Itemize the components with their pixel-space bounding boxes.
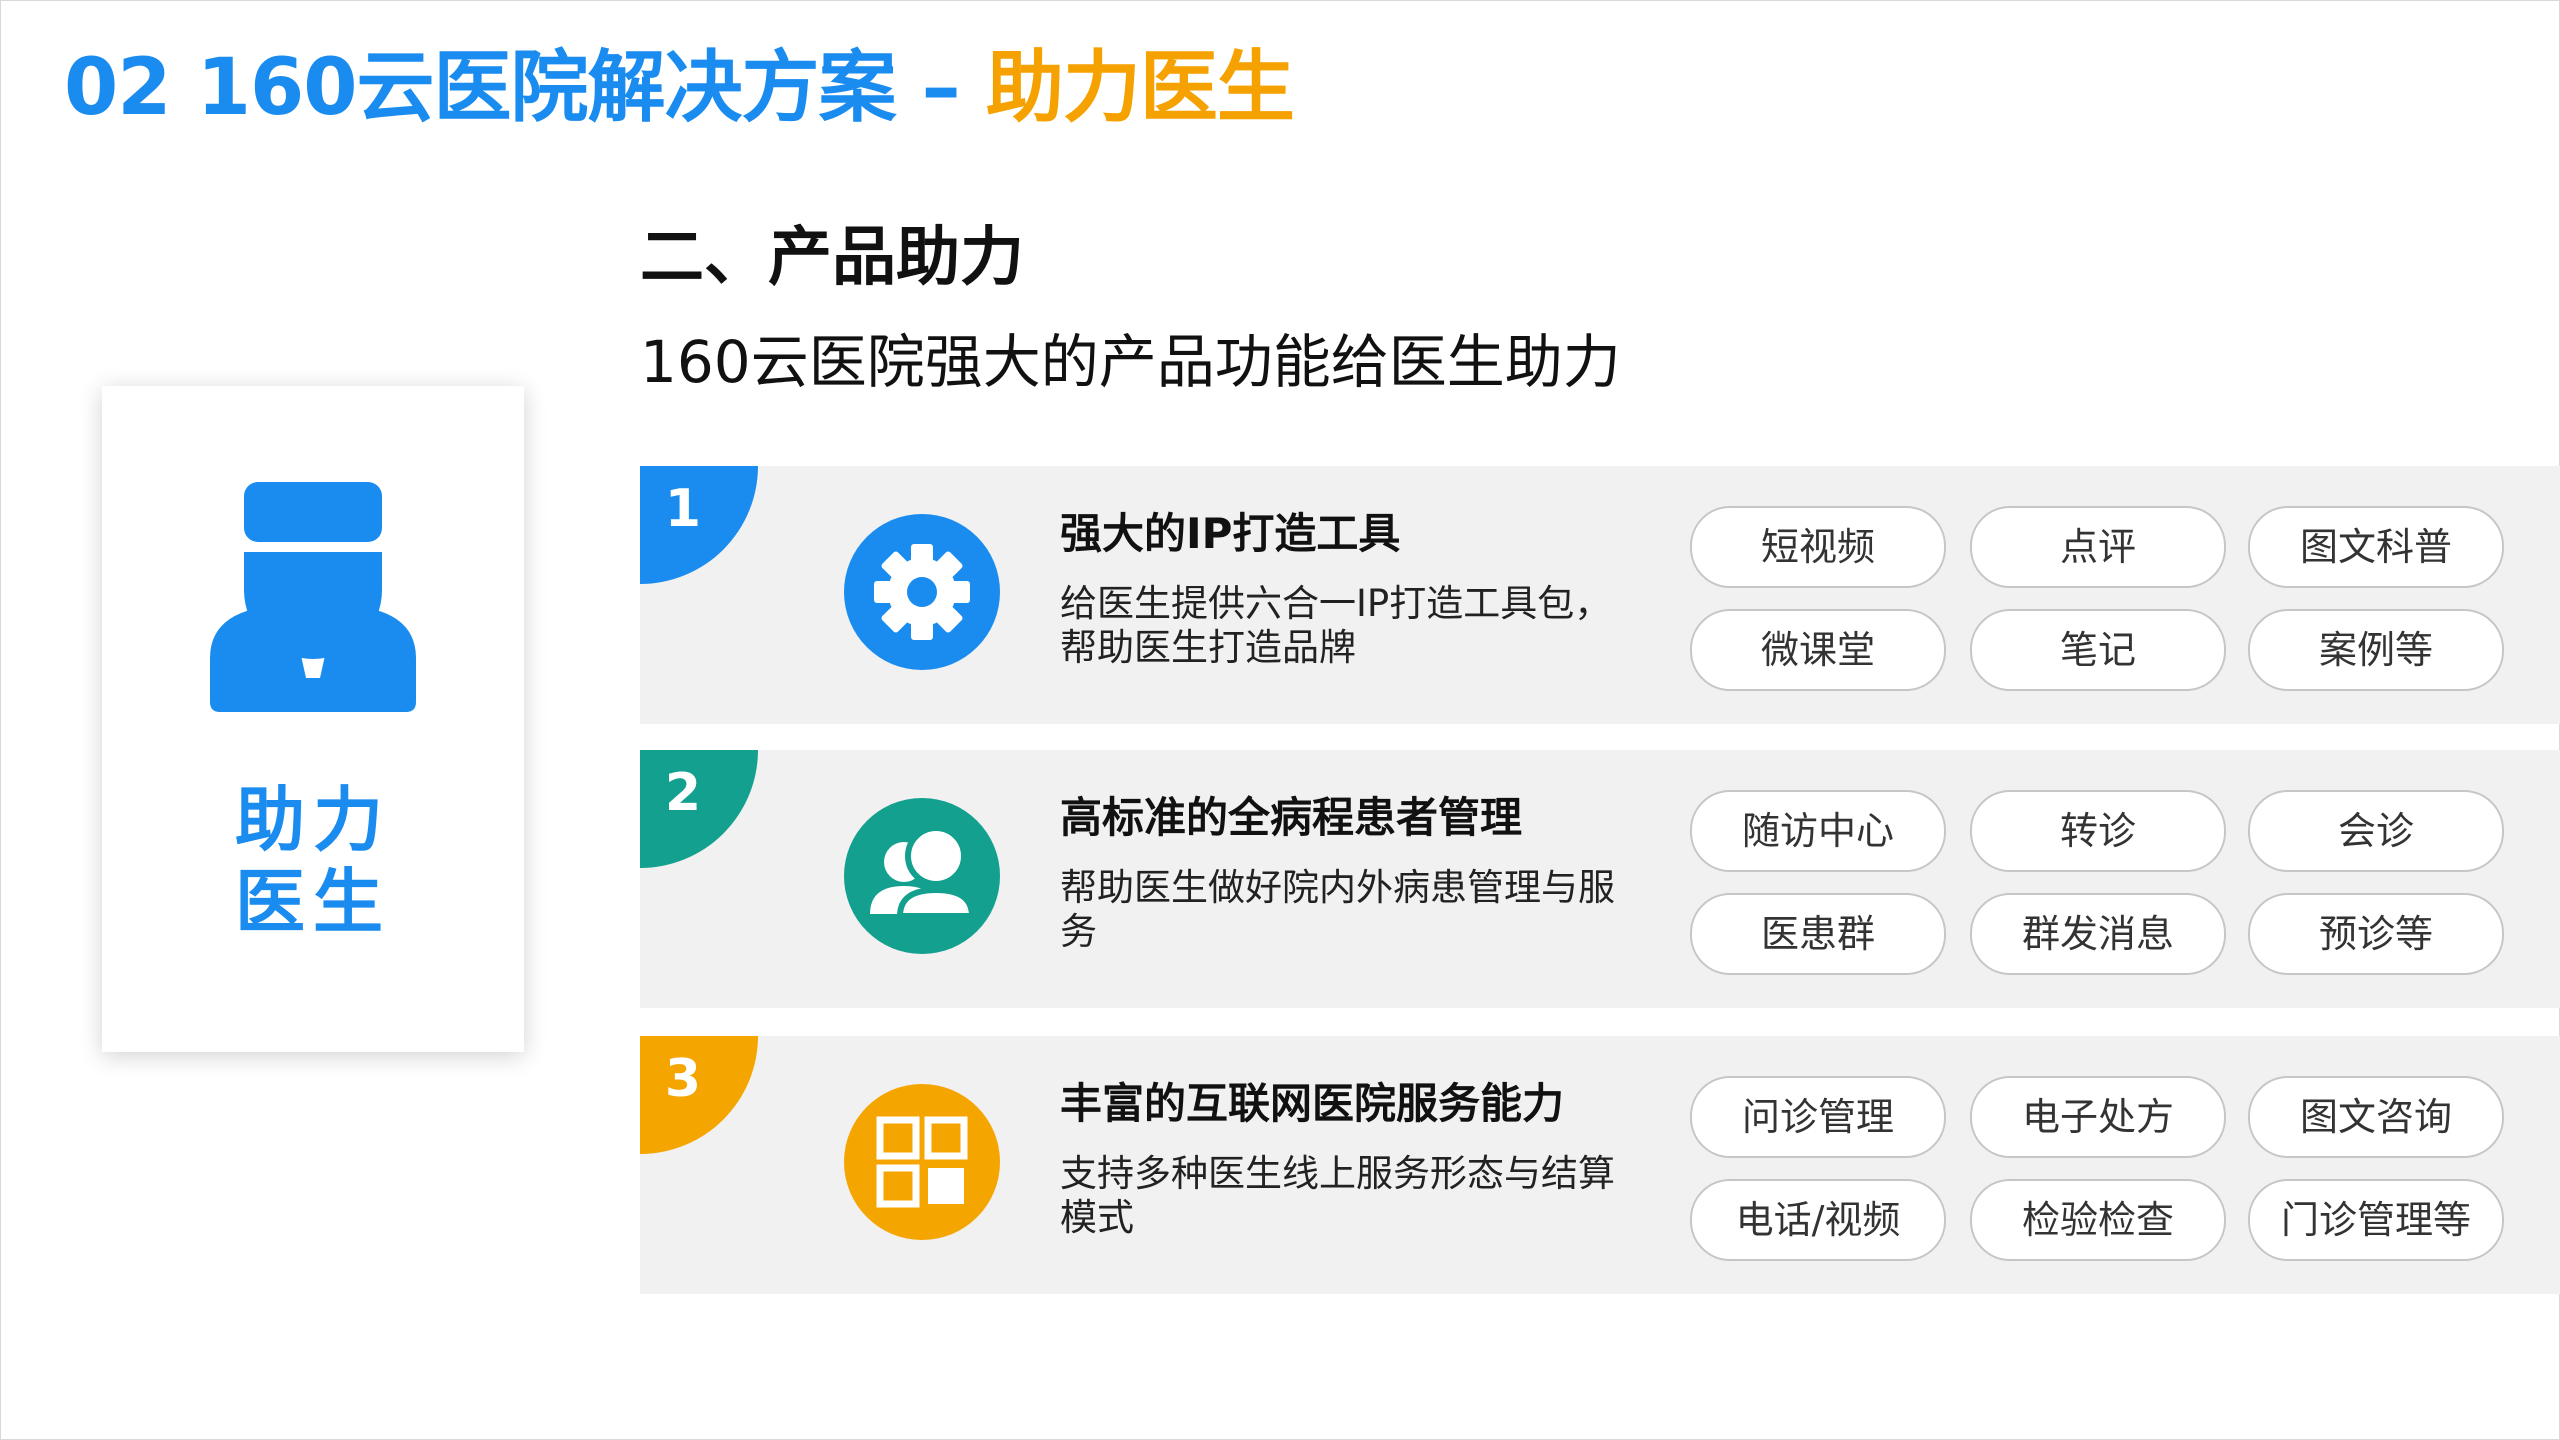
tag-button[interactable]: 电子处方 (1970, 1076, 2226, 1158)
feature-desc: 支持多种医生线上服务形态与结算模式 (1060, 1152, 1615, 1239)
tag-button[interactable]: 短视频 (1690, 506, 1946, 588)
feature-title: 高标准的全病程患者管理 (1060, 793, 1523, 842)
feature-title: 丰富的互联网医院服务能力 (1060, 1079, 1565, 1128)
tag-button[interactable]: 电话/视频 (1690, 1179, 1946, 1261)
tag-button[interactable]: 微课堂 (1690, 609, 1946, 691)
tag-button[interactable]: 案例等 (2248, 609, 2504, 691)
feature-desc: 帮助医生做好院内外病患管理与服务 (1060, 866, 1615, 953)
section-subtitle: 160云医院强大的产品功能给医生助力 (640, 328, 1621, 396)
tag-button[interactable]: 转诊 (1970, 790, 2226, 872)
tag-button[interactable]: 检验检查 (1970, 1179, 2226, 1261)
tag-button[interactable]: 图文咨询 (2248, 1076, 2504, 1158)
side-card: 助力 医生 (102, 386, 524, 1052)
badge-number: 2 (664, 763, 702, 823)
feature-row-2: 2 高标准的全病程患者管理 帮助医生做好院内外病患管理与服务 随访中心 转诊 会… (640, 750, 2560, 1008)
title-prefix: 02 160云医院解决方案 – (64, 43, 986, 133)
feature-row-3: 3 丰富的互联网医院服务能力 支持多种医生线上服务形态与结算模式 问诊管理 电子… (640, 1036, 2560, 1294)
users-icon (844, 798, 1000, 954)
tag-button[interactable]: 会诊 (2248, 790, 2504, 872)
tag-button[interactable]: 预诊等 (2248, 893, 2504, 975)
tag-button[interactable]: 群发消息 (1970, 893, 2226, 975)
feature-title: 强大的IP打造工具 (1060, 509, 1401, 558)
badge-number: 1 (664, 479, 702, 539)
side-card-line2: 医生 (235, 861, 391, 943)
tag-button[interactable]: 笔记 (1970, 609, 2226, 691)
tag-button[interactable]: 问诊管理 (1690, 1076, 1946, 1158)
grid-icon (844, 1084, 1000, 1240)
title-highlight: 助力医生 (985, 43, 1295, 133)
badge-number: 3 (664, 1049, 702, 1109)
page-title: 02 160云医院解决方案 – 助力医生 (64, 38, 1295, 138)
feature-row-1: 1 强大的IP打造工具 给医生提供六合一IP打造工具包，帮助医生打造品牌 短视频… (640, 466, 2560, 724)
doctor-icon (210, 482, 416, 712)
tag-button[interactable]: 点评 (1970, 506, 2226, 588)
tag-button[interactable]: 门诊管理等 (2248, 1179, 2504, 1261)
gear-icon (844, 514, 1000, 670)
tag-button[interactable]: 医患群 (1690, 893, 1946, 975)
tag-button[interactable]: 随访中心 (1690, 790, 1946, 872)
side-card-line1: 助力 (235, 779, 391, 861)
section-heading: 二、产品助力 (640, 221, 1024, 295)
feature-desc: 给医生提供六合一IP打造工具包，帮助医生打造品牌 (1060, 582, 1612, 669)
tag-button[interactable]: 图文科普 (2248, 506, 2504, 588)
